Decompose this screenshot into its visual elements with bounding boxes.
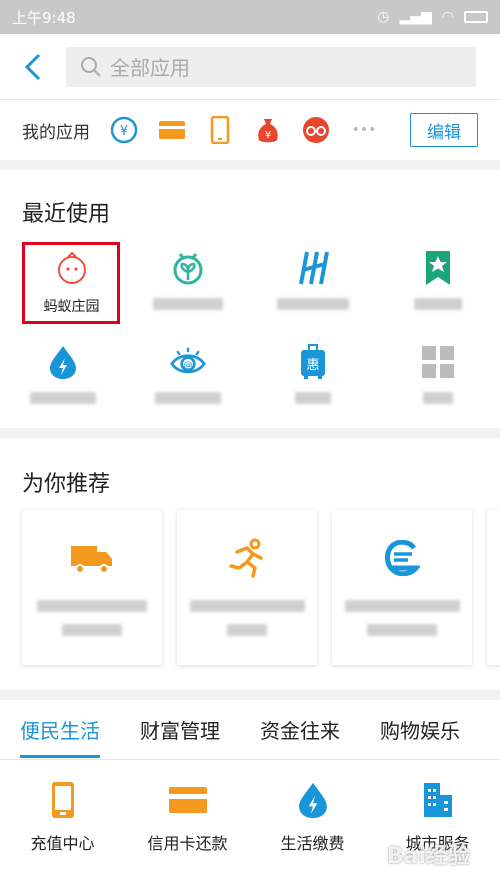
phone-icon[interactable]: [206, 116, 234, 144]
my-apps-label: 我的应用: [22, 122, 90, 143]
luggage-icon: 惠: [295, 344, 331, 380]
eye-at-icon: @: [169, 344, 206, 380]
sprout-icon: [170, 250, 206, 286]
truck-icon: [70, 538, 114, 578]
status-icons: ◷ ▂▄▆ ◠: [377, 9, 488, 25]
recent-item-h-app[interactable]: [250, 246, 375, 326]
h-logo-icon: [295, 250, 331, 286]
recent-item-utility[interactable]: [0, 340, 125, 420]
svg-text:¥: ¥: [120, 124, 128, 139]
money-bag-icon[interactable]: ¥: [254, 116, 282, 144]
edit-button[interactable]: 编辑: [410, 113, 478, 147]
recommend-section: 为你推荐: [0, 438, 500, 690]
status-time: 上午9:48: [12, 8, 76, 27]
grid-icon: [420, 344, 456, 380]
yuan-circle-icon[interactable]: ¥: [110, 116, 138, 144]
bookmark-star-icon: [420, 250, 456, 286]
search-placeholder: 全部应用: [110, 56, 190, 80]
card-icon: [168, 780, 208, 820]
blurred-label: [422, 392, 453, 404]
status-bar: 上午9:48 ◷ ▂▄▆ ◠: [0, 0, 500, 34]
blurred-label: [29, 392, 96, 404]
recent-item-sprout[interactable]: [125, 246, 250, 326]
chevron-left-icon: [24, 53, 41, 80]
card-icon[interactable]: [158, 116, 186, 144]
blurred-text: [367, 624, 437, 636]
blurred-label: [152, 298, 223, 310]
recommend-card-runner[interactable]: [177, 510, 317, 665]
blurred-text: [37, 600, 147, 612]
service-utilities[interactable]: 生活缴费: [250, 780, 375, 854]
phone-icon: [43, 780, 83, 820]
blurred-label: [276, 298, 349, 310]
glasses-icon[interactable]: [302, 116, 330, 144]
service-label: 信用卡还款: [147, 834, 228, 853]
wifi-icon: ◠: [441, 9, 454, 25]
service-label: 生活缴费: [280, 834, 345, 853]
recent-title: 最近使用: [22, 202, 111, 227]
water-drop-icon: [293, 780, 333, 820]
service-label: 充值中心: [30, 834, 95, 853]
recommend-card-partial[interactable]: [487, 510, 500, 665]
recommend-card-delivery[interactable]: [22, 510, 162, 665]
blurred-text: [189, 600, 305, 612]
search-icon: [81, 56, 101, 77]
header: 全部应用: [0, 34, 500, 100]
svg-text:¥: ¥: [265, 130, 271, 141]
alarm-icon: ◷: [377, 9, 390, 25]
service-credit-card[interactable]: 信用卡还款: [125, 780, 250, 854]
back-button[interactable]: [0, 34, 66, 100]
recent-item-eye[interactable]: @: [125, 340, 250, 420]
building-icon: [418, 780, 458, 820]
svg-text:@: @: [183, 360, 192, 370]
tab-convenience[interactable]: 便民生活: [0, 700, 120, 760]
tab-funds[interactable]: 资金往来: [240, 700, 360, 760]
service-recharge[interactable]: 充值中心: [0, 780, 125, 854]
water-drop-icon: [45, 344, 81, 380]
recent-item-bookmark[interactable]: [375, 246, 500, 326]
svg-text:惠: 惠: [306, 358, 319, 373]
blurred-text: [62, 624, 122, 636]
blurred-label: [154, 392, 221, 404]
recommend-title: 为你推荐: [22, 472, 111, 497]
recent-item-more[interactable]: [375, 340, 500, 420]
watermark: Bai经验: [386, 844, 470, 869]
blurred-text: [227, 624, 267, 636]
tab-wealth[interactable]: 财富管理: [120, 700, 240, 760]
more-icon[interactable]: •••: [350, 116, 378, 144]
blurred-text: [344, 600, 460, 612]
recent-item-luggage[interactable]: 惠: [250, 340, 375, 420]
recommend-card-e[interactable]: [332, 510, 472, 665]
my-apps-row: 我的应用 ¥ ¥ ••• 编辑: [0, 100, 500, 160]
signal-icon: ▂▄▆: [399, 9, 432, 25]
highlight-box: [22, 242, 120, 324]
recent-section: 最近使用 蚂蚁庄园 @ 惠: [0, 170, 500, 428]
blurred-label: [413, 298, 462, 310]
battery-icon: [464, 11, 488, 23]
search-input[interactable]: 全部应用: [66, 46, 476, 87]
runner-icon: [225, 538, 269, 578]
e-logo-icon: [380, 538, 424, 578]
blurred-label: [294, 392, 331, 404]
tab-shopping[interactable]: 购物娱乐: [360, 700, 480, 760]
category-tabs: 便民生活 财富管理 资金往来 购物娱乐: [0, 700, 500, 760]
